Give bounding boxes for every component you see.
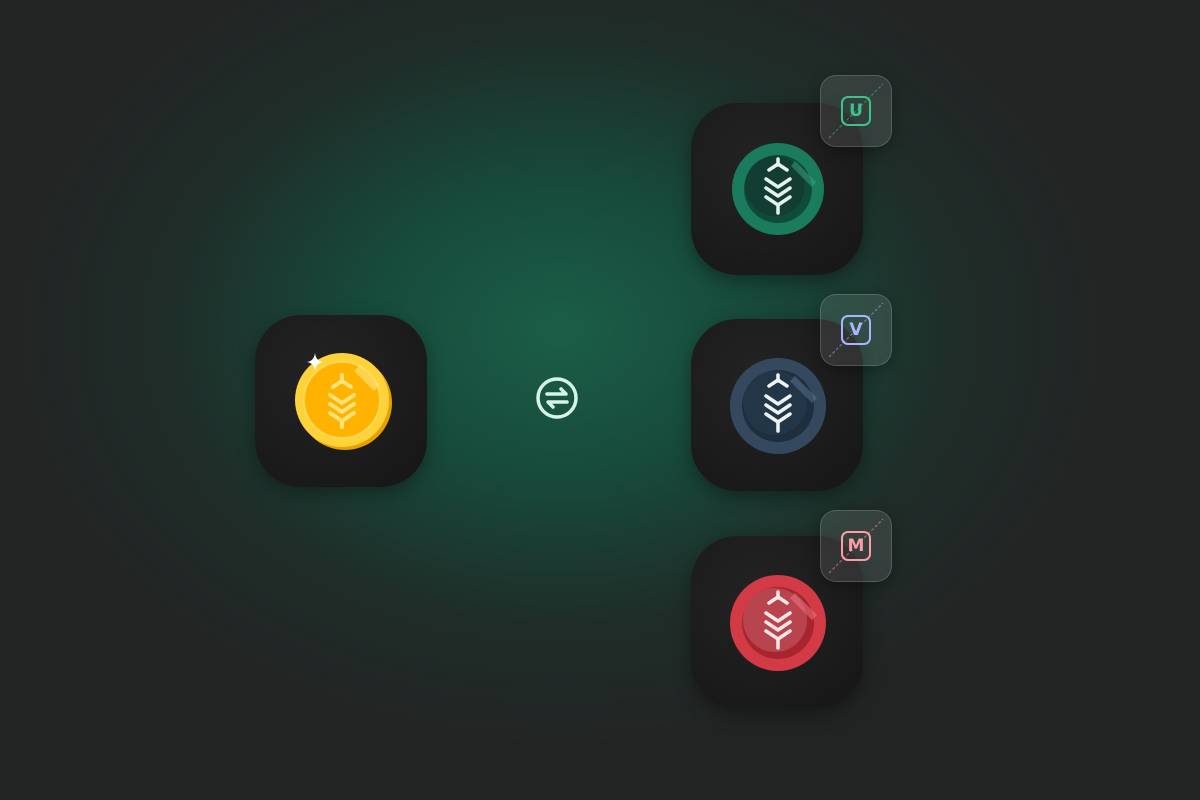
- swap-arrows-icon[interactable]: [535, 376, 579, 420]
- badge-u: U: [820, 75, 892, 147]
- badge-m-letter: M: [841, 531, 871, 561]
- badge-m: M: [820, 510, 892, 582]
- gold-coin-icon: [295, 353, 392, 450]
- badge-u-letter: U: [841, 96, 871, 126]
- badge-v-letter: V: [841, 315, 871, 345]
- badge-v: V: [820, 294, 892, 366]
- source-token-tile[interactable]: [255, 315, 427, 487]
